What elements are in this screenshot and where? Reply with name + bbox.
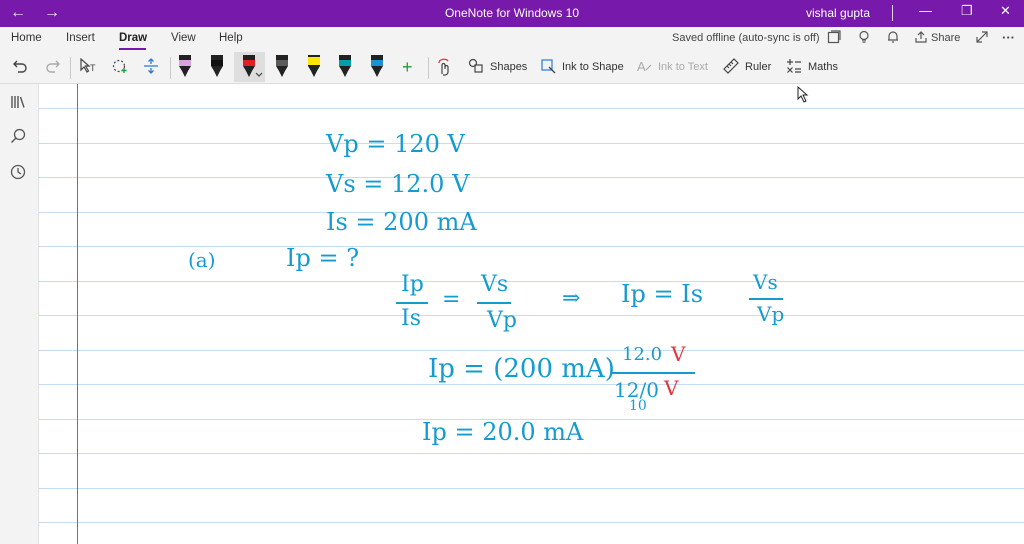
pen-gray-icon[interactable]: [276, 55, 288, 77]
ruled-line: [39, 143, 1024, 144]
share-button[interactable]: Share: [931, 32, 960, 44]
title-bar: ← → OneNote for Windows 10 vishal gupta …: [0, 0, 1024, 27]
ink-formula-vs[interactable]: Vs: [753, 270, 778, 294]
tab-home[interactable]: Home: [11, 32, 42, 44]
sync-status: Saved offline (auto-sync is off): [672, 32, 820, 44]
user-name[interactable]: vishal gupta: [806, 6, 870, 20]
ink-cancel-v-bottom[interactable]: V: [664, 376, 678, 400]
active-tab-indicator: [119, 48, 146, 50]
more-options-icon[interactable]: ···: [1002, 30, 1015, 45]
tab-insert[interactable]: Insert: [66, 32, 95, 44]
ribbon-divider: [428, 57, 429, 79]
ruled-line: [39, 212, 1024, 213]
ink-sub-numerator[interactable]: 12.0: [622, 344, 662, 365]
ink-line-vs[interactable]: Vs = 12.0 V: [326, 170, 469, 198]
expand-icon[interactable]: [975, 30, 989, 47]
tab-help[interactable]: Help: [219, 32, 243, 44]
ruled-line: [39, 350, 1024, 351]
ink-to-text-button[interactable]: Ink to Text: [658, 61, 708, 73]
ink-fraction-bar: [611, 372, 695, 374]
shapes-button[interactable]: Shapes: [490, 61, 527, 73]
ink-ratio-ip[interactable]: Ip: [401, 272, 424, 297]
pen-pink-pencil-icon[interactable]: [179, 55, 191, 77]
ink-to-shape-icon[interactable]: [540, 58, 557, 77]
ink-substitution[interactable]: Ip = (200 mA): [428, 354, 615, 384]
shapes-icon[interactable]: [468, 58, 484, 77]
ruled-line: [39, 108, 1024, 109]
ruled-line: [39, 488, 1024, 489]
pen-red-icon[interactable]: [243, 55, 255, 77]
ink-cancel-v-top[interactable]: V: [671, 342, 685, 366]
ink-part-label[interactable]: (a): [188, 248, 216, 272]
recent-notes-icon[interactable]: [10, 164, 26, 184]
ruled-line: [39, 246, 1024, 247]
close-icon[interactable]: ✕: [1000, 3, 1011, 19]
ink-ratio-vp[interactable]: Vp: [487, 308, 517, 333]
ink-line-vp[interactable]: Vp = 120 V: [326, 130, 465, 158]
ink-replay-icon[interactable]: [436, 58, 452, 79]
ruled-line: [39, 177, 1024, 178]
ink-ratio-equals[interactable]: =: [442, 287, 460, 312]
maths-button[interactable]: Maths: [808, 61, 838, 73]
ink-ip-formula[interactable]: Ip = Is: [621, 280, 703, 308]
ruled-line: [39, 281, 1024, 282]
mouse-cursor-icon: [797, 85, 809, 108]
highlighter-yellow-icon[interactable]: [308, 55, 320, 77]
minimize-icon[interactable]: —: [919, 3, 932, 18]
ink-fraction-bar: [477, 302, 511, 304]
ink-line-is[interactable]: Is = 200 mA: [326, 208, 477, 236]
ruled-line: [39, 384, 1024, 385]
pen-black-icon[interactable]: [211, 55, 223, 77]
ink-ratio-vs[interactable]: Vs: [481, 272, 508, 297]
tab-draw[interactable]: Draw: [119, 32, 147, 44]
navigation-rail: [0, 84, 39, 544]
share-icon[interactable]: [914, 30, 928, 47]
lightbulb-icon[interactable]: [857, 30, 871, 47]
window-title: OneNote for Windows 10: [444, 6, 580, 20]
ink-implies-arrow[interactable]: ⇒: [562, 286, 580, 311]
add-pen-icon[interactable]: +: [402, 57, 413, 77]
ink-line-ip-unknown[interactable]: Ip = ?: [286, 244, 359, 272]
chevron-down-icon[interactable]: [255, 72, 263, 77]
pen-blue-icon[interactable]: [371, 55, 383, 77]
ink-to-shape-button[interactable]: Ink to Shape: [562, 61, 624, 73]
tab-view[interactable]: View: [171, 32, 196, 44]
ink-ratio-is[interactable]: Is: [401, 306, 421, 331]
ink-to-text-icon[interactable]: A: [636, 58, 653, 77]
titlebar-divider: [892, 5, 893, 21]
maths-icon[interactable]: [786, 58, 802, 77]
ink-cancel-result[interactable]: 10: [629, 398, 647, 414]
ink-formula-vp[interactable]: Vp: [757, 302, 784, 326]
bell-icon[interactable]: [886, 30, 900, 47]
ruler-icon[interactable]: [723, 58, 739, 77]
svg-text:A: A: [637, 59, 646, 74]
ruled-line: [39, 522, 1024, 523]
restore-icon[interactable]: ❐: [961, 3, 973, 19]
ruled-line: [39, 315, 1024, 316]
notebooks-icon[interactable]: [10, 94, 28, 114]
notebook-view-icon[interactable]: [827, 30, 841, 47]
page-margin-line: [77, 84, 78, 544]
ink-fraction-bar: [396, 302, 428, 304]
note-page[interactable]: Vp = 120 V Vs = 12.0 V Is = 200 mA (a) I…: [39, 84, 1024, 544]
ruler-button[interactable]: Ruler: [745, 61, 771, 73]
search-icon[interactable]: [10, 128, 26, 148]
ink-result[interactable]: Ip = 20.0 mA: [422, 418, 583, 446]
ink-fraction-bar: [749, 298, 783, 300]
pen-teal-icon[interactable]: [339, 55, 351, 77]
pen-tray[interactable]: +: [0, 51, 420, 83]
ruled-line: [39, 453, 1024, 454]
